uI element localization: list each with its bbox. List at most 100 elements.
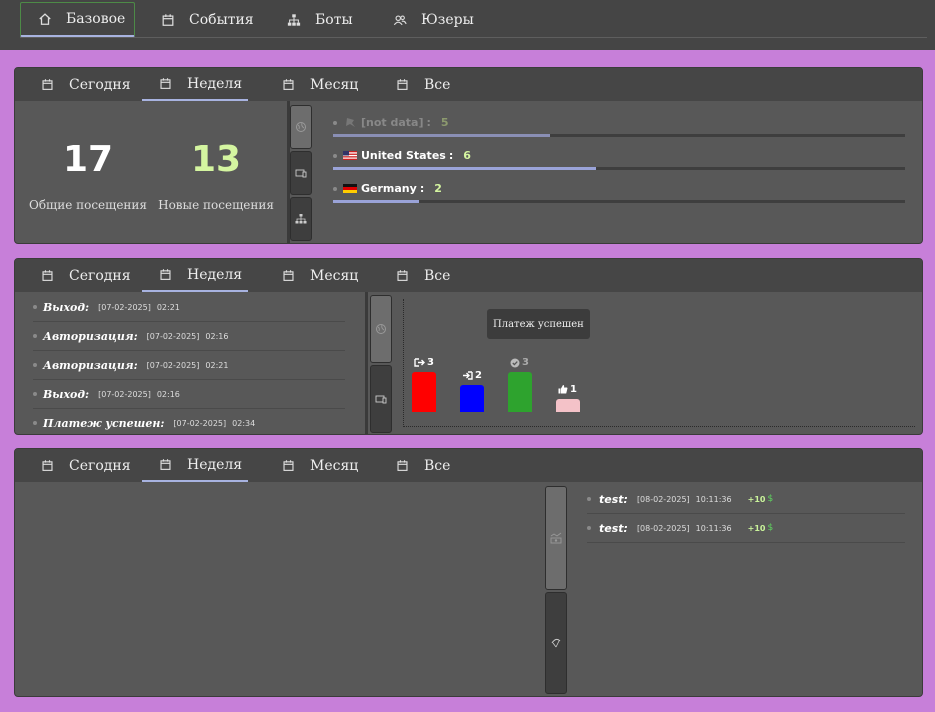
bullet bbox=[33, 421, 37, 425]
map-pin-icon bbox=[346, 117, 355, 127]
devices-icon bbox=[295, 169, 307, 178]
tab-today[interactable]: Сегодня bbox=[35, 259, 147, 292]
tab-label: Все bbox=[424, 76, 451, 93]
nav-tab-label: События bbox=[189, 11, 254, 28]
transaction-date: [08-02-2025] bbox=[636, 523, 690, 533]
transaction-row: test: [08-02-2025] 10:11:36 +10 $ bbox=[587, 514, 905, 543]
events-panel: Сегодня Неделя Месяц Все Выход: [07-02-2… bbox=[14, 258, 923, 435]
country-value: 6 bbox=[463, 149, 471, 162]
tab-month[interactable]: Месяц bbox=[273, 449, 373, 482]
event-time: 02:16 bbox=[156, 389, 180, 399]
devices-view-button[interactable] bbox=[290, 151, 312, 195]
chart-bar-label: 3 bbox=[510, 357, 529, 368]
total-visits-stat: 17 Общие посещения bbox=[23, 140, 153, 213]
us-flag-icon bbox=[343, 151, 357, 160]
bullet bbox=[587, 497, 591, 501]
de-flag-icon bbox=[343, 184, 357, 193]
chart-bar-label: 1 bbox=[558, 384, 577, 395]
nav-tab-label: Юзеры bbox=[421, 11, 474, 28]
thumbs-up-icon bbox=[558, 384, 568, 394]
chart-bar-value: 3 bbox=[427, 357, 434, 368]
chart-bar-label: 2 bbox=[462, 370, 482, 381]
money-chart-icon bbox=[550, 532, 562, 544]
globe-view-button[interactable] bbox=[370, 295, 392, 363]
chart-bar[interactable] bbox=[508, 372, 532, 412]
new-visits-label: Новые посещения bbox=[158, 198, 274, 212]
bullet bbox=[587, 526, 591, 530]
colon: : bbox=[426, 116, 431, 129]
devices-view-button[interactable] bbox=[370, 365, 392, 433]
nav-tab-bots[interactable]: Боты bbox=[270, 2, 368, 37]
tab-today[interactable]: Сегодня bbox=[35, 68, 147, 101]
tab-month[interactable]: Месяц bbox=[273, 68, 373, 101]
transaction-date: [08-02-2025] bbox=[636, 494, 690, 504]
event-name: Выход: bbox=[43, 300, 90, 314]
devices-icon bbox=[375, 395, 387, 404]
event-name: Платеж успешен: bbox=[43, 416, 165, 430]
chart-bar[interactable] bbox=[556, 398, 580, 412]
sitemap-icon bbox=[295, 214, 307, 224]
tab-week[interactable]: Неделя bbox=[142, 68, 248, 101]
tab-label: Сегодня bbox=[69, 457, 131, 474]
chart-tooltip: Платеж успешен bbox=[487, 309, 590, 339]
colon: : bbox=[448, 149, 454, 162]
country-value: 5 bbox=[440, 116, 449, 129]
tab-all[interactable]: Все bbox=[387, 259, 467, 292]
calendar-icon bbox=[162, 13, 174, 26]
country-name: United States bbox=[361, 149, 446, 162]
calendar-icon bbox=[160, 459, 171, 470]
check-circle-icon bbox=[510, 358, 520, 368]
calendar-icon bbox=[283, 79, 294, 90]
visits-panel: Сегодня Неделя Месяц Все 17 Общие посеще… bbox=[14, 67, 923, 244]
transaction-time: 10:11:36 bbox=[695, 523, 732, 533]
transaction-user: test: bbox=[599, 492, 628, 506]
tab-week[interactable]: Неделя bbox=[142, 259, 248, 292]
bullet bbox=[33, 334, 37, 338]
chart-bar[interactable] bbox=[460, 385, 484, 412]
period-tabs: Сегодня Неделя Месяц Все bbox=[15, 449, 922, 482]
nav-tab-basic[interactable]: Базовое bbox=[20, 2, 135, 37]
event-name: Авторизация: bbox=[43, 329, 138, 343]
dollar-icon: $ bbox=[767, 494, 774, 504]
tab-all[interactable]: Все bbox=[387, 449, 467, 482]
nav-tab-label: Боты bbox=[315, 11, 353, 28]
globe-icon bbox=[296, 122, 306, 132]
calendar-icon bbox=[42, 270, 53, 281]
country-bar-track bbox=[333, 134, 905, 137]
bullet bbox=[333, 186, 337, 191]
nav-tab-users[interactable]: Юзеры bbox=[376, 2, 486, 37]
country-row: Germany : 2 bbox=[333, 182, 442, 195]
tab-month[interactable]: Месяц bbox=[273, 259, 373, 292]
country-bar-fill bbox=[333, 134, 551, 137]
payment-list-view-button[interactable] bbox=[545, 592, 567, 694]
globe-view-button[interactable] bbox=[290, 105, 312, 149]
bullet bbox=[33, 392, 37, 396]
payment-chart-view-button[interactable] bbox=[545, 486, 567, 590]
nav-tab-events[interactable]: События bbox=[144, 2, 268, 37]
new-visits-stat: 13 Новые посещения bbox=[151, 139, 281, 213]
nav-tab-label: Базовое bbox=[66, 11, 126, 27]
tab-label: Месяц bbox=[310, 76, 359, 93]
event-date: [07-02-2025] bbox=[173, 418, 227, 428]
dollar-icon: $ bbox=[767, 523, 774, 533]
event-time: 02:21 bbox=[156, 302, 180, 312]
period-tabs: Сегодня Неделя Месяц Все bbox=[15, 259, 922, 292]
new-visits-value: 13 bbox=[190, 139, 242, 180]
total-visits-label: Общие посещения bbox=[28, 198, 147, 212]
tab-week[interactable]: Неделя bbox=[142, 449, 248, 482]
tab-all[interactable]: Все bbox=[387, 68, 467, 101]
chart-bar[interactable] bbox=[412, 372, 436, 412]
country-name: [not data] bbox=[361, 116, 424, 129]
globe-icon bbox=[376, 324, 386, 334]
event-list-scrollbar[interactable] bbox=[365, 292, 368, 434]
bullet bbox=[333, 120, 337, 125]
sitemap-view-button[interactable] bbox=[290, 197, 312, 241]
parachute-icon bbox=[551, 638, 561, 648]
transaction-amount: +10 bbox=[747, 494, 766, 504]
calendar-icon bbox=[397, 460, 408, 471]
tab-today[interactable]: Сегодня bbox=[35, 449, 147, 482]
payments-panel: Сегодня Неделя Месяц Все test: [08-02-20… bbox=[14, 448, 923, 697]
tab-label: Неделя bbox=[187, 456, 243, 473]
event-time: 02:16 bbox=[205, 331, 229, 341]
event-name: Авторизация: bbox=[43, 358, 138, 372]
